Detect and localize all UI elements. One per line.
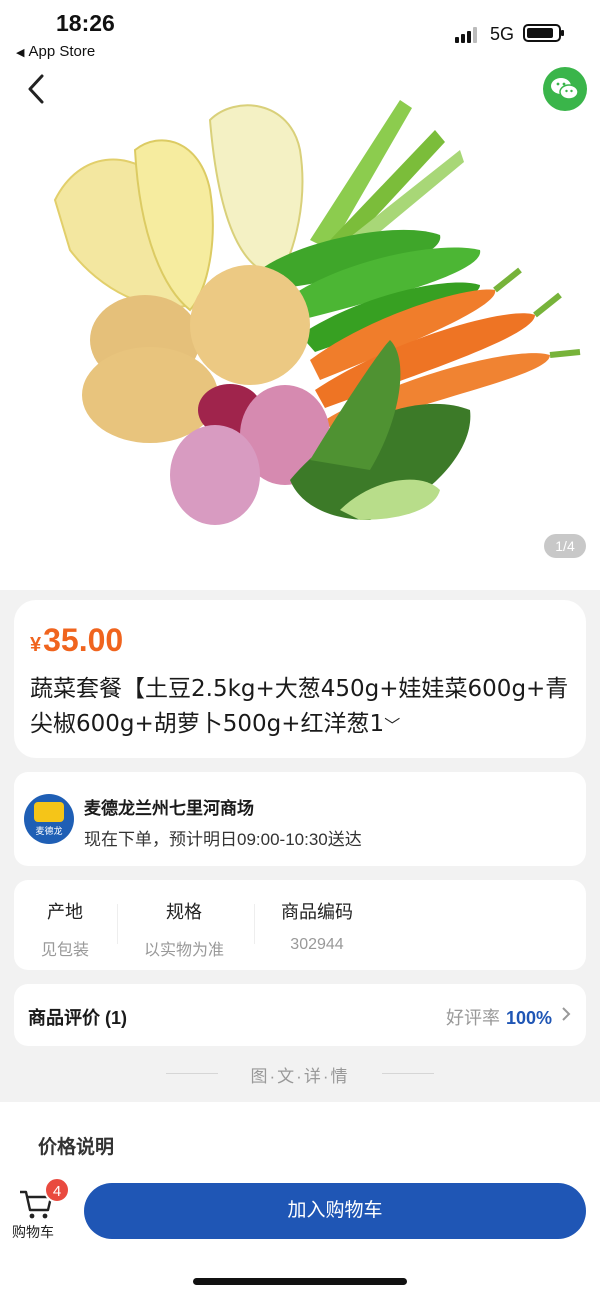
price-explain-title: 价格说明 <box>38 1137 115 1158</box>
product-image[interactable] <box>40 90 590 540</box>
home-indicator <box>193 1278 407 1285</box>
cart-button[interactable]: 4 购物车 <box>10 1177 70 1242</box>
chevron-down-icon[interactable]: ﹀ <box>384 716 400 735</box>
back-to-app-label: App Store <box>28 43 96 60</box>
spec-product-code: 商品编码 302944 <box>281 902 353 953</box>
product-title[interactable]: 蔬菜套餐【土豆2.5kg+大葱450g+娃娃菜600g+青尖椒600g+胡萝卜5… <box>30 672 570 743</box>
divider-right <box>382 1073 434 1074</box>
delivery-eta: 现在下单，预计明日09:00-10:30送达 <box>84 830 362 849</box>
store-card[interactable]: 麦德龙 麦德龙兰州七里河商场 现在下单，预计明日09:00-10:30送达 <box>14 772 586 866</box>
store-logo: 麦德龙 <box>24 794 74 844</box>
add-to-cart-button[interactable]: 加入购物车 <box>84 1183 586 1239</box>
chevron-right-icon <box>562 1007 571 1021</box>
wechat-icon <box>551 78 579 100</box>
back-icon[interactable] <box>22 72 52 106</box>
product-image-area[interactable]: 1/4 <box>0 0 600 590</box>
review-row[interactable]: 商品评价 (1) 好评率 100% <box>14 984 586 1046</box>
spec-origin: 产地 见包装 <box>40 902 89 959</box>
wechat-share-button[interactable] <box>543 67 587 111</box>
store-name: 麦德龙兰州七里河商场 <box>84 799 254 818</box>
spec-size: 规格 以实物为准 <box>143 902 224 959</box>
product-price: ¥35.00 <box>30 622 124 658</box>
image-pager: 1/4 <box>544 534 586 558</box>
detail-section-title: 图·文·详·情 <box>250 1067 350 1086</box>
price-card: ¥35.00 蔬菜套餐【土豆2.5kg+大葱450g+娃娃菜600g+青尖椒60… <box>14 600 586 758</box>
back-triangle-icon: ◀ <box>16 47 25 59</box>
cart-label: 购物车 <box>12 1224 54 1240</box>
signal-icon <box>455 27 481 43</box>
cart-count-badge: 4 <box>44 1177 70 1203</box>
network-type: 5G <box>490 24 515 44</box>
positive-rate: 好评率 100% <box>445 1008 552 1028</box>
status-bar: 18:26 ◀ App Store 5G <box>0 0 600 70</box>
spec-card: 产地 见包装 规格 以实物为准 商品编码 302944 <box>14 880 586 970</box>
status-time: 18:26 <box>56 10 115 36</box>
review-title: 商品评价 (1) <box>28 1008 127 1028</box>
back-to-app-store[interactable]: ◀ App Store <box>16 43 95 60</box>
battery-icon <box>523 24 564 42</box>
